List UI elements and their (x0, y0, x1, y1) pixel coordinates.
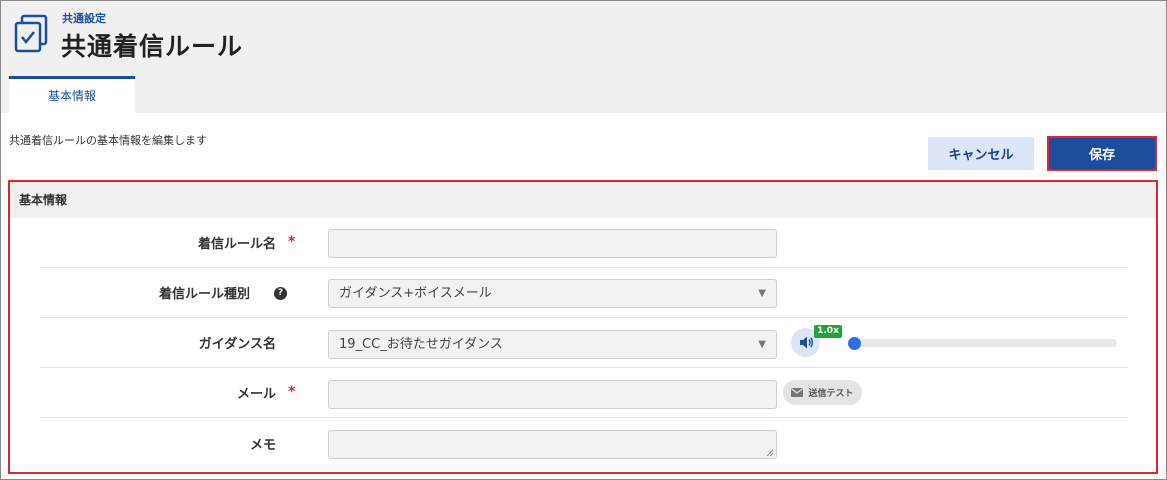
required-mark: * (288, 384, 296, 400)
chevron-down-icon: ▼ (758, 288, 766, 299)
checkbox-document-icon (14, 14, 48, 53)
form-row-rule-type: 着信ルール種別 ? ガイダンス+ボイスメール ▼ (40, 268, 1128, 318)
playback-slider-handle[interactable] (848, 337, 861, 350)
guidance-select[interactable]: 19_CC_お待たせガイダンス ▼ (328, 330, 777, 359)
chevron-down-icon: ▼ (758, 339, 766, 350)
basic-info-section: 基本情報 着信ルール名 * 着信ルール種別 ? ガイダンス+ボイスメール ▼ ガ… (8, 180, 1158, 474)
tab-basic-info[interactable]: 基本情報 (9, 76, 135, 113)
form-row-memo: メモ (40, 418, 1128, 468)
rule-type-select[interactable]: ガイダンス+ボイスメール ▼ (328, 279, 777, 308)
envelope-icon (791, 388, 804, 397)
page-title: 共通着信ルール (61, 32, 244, 61)
rule-name-input[interactable] (328, 229, 777, 258)
mail-label: メール (236, 387, 276, 402)
send-test-label: 送信テスト (808, 389, 854, 399)
rule-type-label: 着信ルール種別 (158, 287, 250, 302)
section-title: 基本情報 (10, 182, 1156, 218)
rule-type-value: ガイダンス+ボイスメール (339, 286, 492, 301)
form-row-mail: メール * 送信テスト (40, 368, 1128, 418)
playback-speed-badge[interactable]: 1.0x (814, 325, 842, 338)
memo-label: メモ (249, 437, 276, 453)
required-mark: * (288, 234, 296, 250)
breadcrumb[interactable]: 共通設定 (62, 10, 106, 26)
rule-name-label: 着信ルール名 (197, 237, 276, 252)
form-row-guidance: ガイダンス名 19_CC_お待たせガイダンス ▼ 1.0x (40, 318, 1128, 368)
cancel-button[interactable]: キャンセル (928, 137, 1034, 170)
playback-slider[interactable] (852, 339, 1117, 347)
help-icon[interactable]: ? (274, 287, 287, 300)
page-header: 共通設定 共通着信ルール (1, 1, 1166, 113)
resize-handle-icon[interactable] (766, 449, 774, 457)
mail-input[interactable] (328, 380, 777, 409)
save-button[interactable]: 保存 (1047, 136, 1157, 171)
page-description: 共通着信ルールの基本情報を編集します (9, 134, 207, 147)
send-test-button[interactable]: 送信テスト (783, 380, 862, 405)
guidance-value: 19_CC_お待たせガイダンス (339, 337, 503, 352)
form-row-rule-name: 着信ルール名 * (40, 218, 1128, 268)
memo-textarea[interactable] (328, 430, 777, 459)
guidance-label: ガイダンス名 (198, 337, 276, 352)
